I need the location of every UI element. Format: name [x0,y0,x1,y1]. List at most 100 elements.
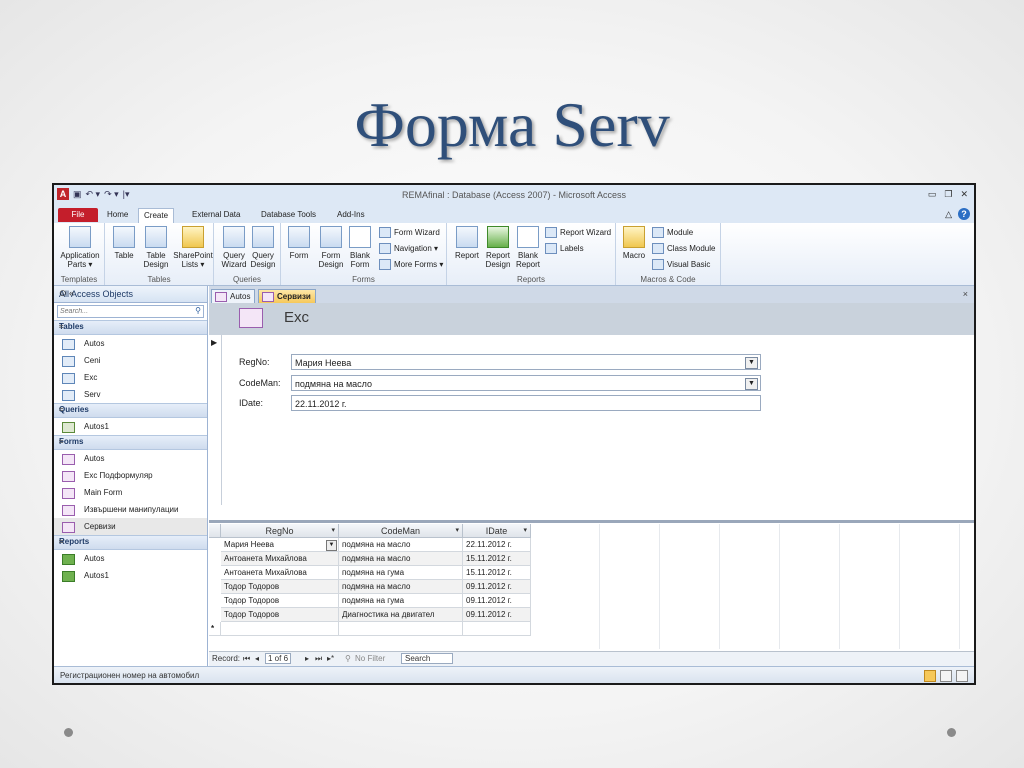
minimize-ribbon-icon[interactable]: △ [945,209,952,220]
idate-field[interactable]: 22.11.2012 г. [291,395,761,411]
no-filter-label[interactable]: No Filter [355,654,385,663]
nav-item-form-exc-subform[interactable]: Exc Подформуляр [54,467,207,484]
table-cell[interactable]: Диагностика на двигател [339,608,463,622]
table-cell[interactable]: подмяна на масло [339,538,463,552]
nav-item-table-exc[interactable]: Exc [54,369,207,386]
more-forms-button[interactable]: More Forms ▾ [379,259,443,270]
help-icon[interactable]: ? [958,208,970,220]
nav-item-form-servizi[interactable]: Сервизи [54,518,207,535]
class-module-button[interactable]: Class Module [652,243,715,254]
nav-header[interactable]: All Access Objects ⊙ « [54,286,207,303]
module-button[interactable]: Module [652,227,693,238]
table-cell[interactable]: подмяна на масло [339,552,463,566]
search-icon[interactable]: ⚲ [195,306,201,315]
record-search-box[interactable]: Search [401,653,453,664]
visual-basic-button[interactable]: Visual Basic [652,259,710,270]
nav-search-input[interactable] [58,306,182,317]
nav-item-form-main[interactable]: Main Form [54,484,207,501]
nav-section-forms[interactable]: Forms ≈ [54,435,207,450]
table-cell[interactable]: Антоанета Михайлова [221,566,339,580]
table-cell[interactable]: подмяна на гума [339,594,463,608]
form-view-icon[interactable] [924,670,936,682]
column-header-codeman[interactable]: CodeMan ▾ [339,524,463,538]
tab-external-data[interactable]: External Data [187,208,245,222]
sort-arrow-icon[interactable]: ▾ [331,524,335,538]
minimize-icon[interactable]: ▭ [928,189,937,200]
query-design-button[interactable]: Query Design [249,226,277,269]
close-tab-icon[interactable]: × [963,289,968,299]
prev-record-icon[interactable]: ◂ [255,654,259,663]
sort-arrow-icon[interactable]: ▾ [455,524,459,538]
new-record-nav-icon[interactable]: ▸* [327,654,334,663]
dropdown-arrow-icon[interactable]: ▼ [745,357,758,369]
nav-section-reports[interactable]: Reports ≈ [54,535,207,550]
first-record-icon[interactable]: ⏮ [243,654,250,664]
nav-item-query-autos1[interactable]: Autos1 [54,418,207,435]
tab-file[interactable]: File [58,208,98,222]
nav-item-report-autos1[interactable]: Autos1 [54,567,207,584]
table-cell[interactable]: Мария Неева [221,538,339,552]
nav-item-table-ceni[interactable]: Ceni [54,352,207,369]
table-cell[interactable]: Антоанета Михайлова [221,552,339,566]
form-design-button[interactable]: Form Design [317,226,345,269]
table-cell[interactable]: 09.11.2012 г. [463,594,531,608]
query-wizard-button[interactable]: Query Wizard [220,226,248,269]
last-record-icon[interactable]: ⏭ [315,654,322,664]
table-cell[interactable]: 09.11.2012 г. [463,608,531,622]
codeman-combo[interactable]: подмяна на масло ▼ [291,375,761,391]
table-cell[interactable]: 22.11.2012 г. [463,538,531,552]
report-design-button[interactable]: Report Design [483,226,513,269]
collapse-icon[interactable]: ≈ [59,437,197,446]
sort-arrow-icon[interactable]: ▾ [523,524,527,538]
report-wizard-button[interactable]: Report Wizard [545,227,611,238]
record-position[interactable]: 1 of 6 [265,653,292,664]
nav-item-form-autos[interactable]: Autos [54,450,207,467]
table-design-button[interactable]: Table Design [141,226,171,269]
table-cell[interactable]: 09.11.2012 г. [463,580,531,594]
sharepoint-lists-button[interactable]: SharePoint Lists ▾ [173,226,213,269]
tab-database-tools[interactable]: Database Tools [256,208,321,222]
collapse-icon[interactable]: ≈ [59,322,197,331]
next-record-icon[interactable]: ▸ [305,654,309,663]
dropdown-arrow-icon[interactable]: ▼ [326,540,337,551]
table-cell[interactable]: 15.11.2012 г. [463,552,531,566]
nav-item-form-manipulations[interactable]: Извършени манипулации [54,501,207,518]
nav-item-table-autos[interactable]: Autos [54,335,207,352]
new-record-cell[interactable] [221,622,339,636]
blank-form-button[interactable]: Blank Form [347,226,373,269]
table-cell[interactable]: Тодор Тодоров [221,608,339,622]
regno-combo[interactable]: Мария Неева ▼ [291,354,761,370]
nav-item-table-serv[interactable]: Serv [54,386,207,403]
nav-section-queries[interactable]: Queries ≈ [54,403,207,418]
doc-tab-autos[interactable]: Autos [211,289,256,303]
dropdown-arrow-icon[interactable]: ▼ [745,378,758,390]
table-cell[interactable]: подмяна на гума [339,566,463,580]
report-button[interactable]: Report [452,226,482,260]
doc-tab-servizi[interactable]: Сервизи [258,289,316,303]
new-record-cell[interactable] [463,622,531,636]
restore-icon[interactable]: ❐ [944,189,952,200]
tab-home[interactable]: Home [102,208,133,222]
nav-item-report-autos[interactable]: Autos [54,550,207,567]
tab-add-ins[interactable]: Add-Ins [332,208,370,222]
application-parts-button[interactable]: Application Parts ▾ [58,226,102,269]
table-cell[interactable]: Тодор Тодоров [221,594,339,608]
nav-menu-icon[interactable]: ⊙ « [59,288,203,299]
table-cell[interactable]: 15.11.2012 г. [463,566,531,580]
nav-section-tables[interactable]: Tables ≈ [54,320,207,335]
close-icon[interactable]: ✕ [960,189,968,200]
table-cell[interactable]: Тодор Тодоров [221,580,339,594]
new-record-icon[interactable]: * [209,622,221,636]
blank-report-button[interactable]: Blank Report [514,226,542,269]
select-all-corner[interactable] [209,524,221,538]
collapse-icon[interactable]: ≈ [59,537,197,546]
filter-icon[interactable]: ⚲ [345,654,351,663]
column-header-idate[interactable]: IDate ▾ [463,524,531,538]
record-selector[interactable]: ▶ [209,335,222,505]
navigation-button[interactable]: Navigation ▾ [379,243,438,254]
design-view-icon[interactable] [956,670,968,682]
table-button[interactable]: Table [111,226,137,260]
layout-view-icon[interactable] [940,670,952,682]
new-record-cell[interactable] [339,622,463,636]
column-header-regno[interactable]: RegNo ▾ [221,524,339,538]
